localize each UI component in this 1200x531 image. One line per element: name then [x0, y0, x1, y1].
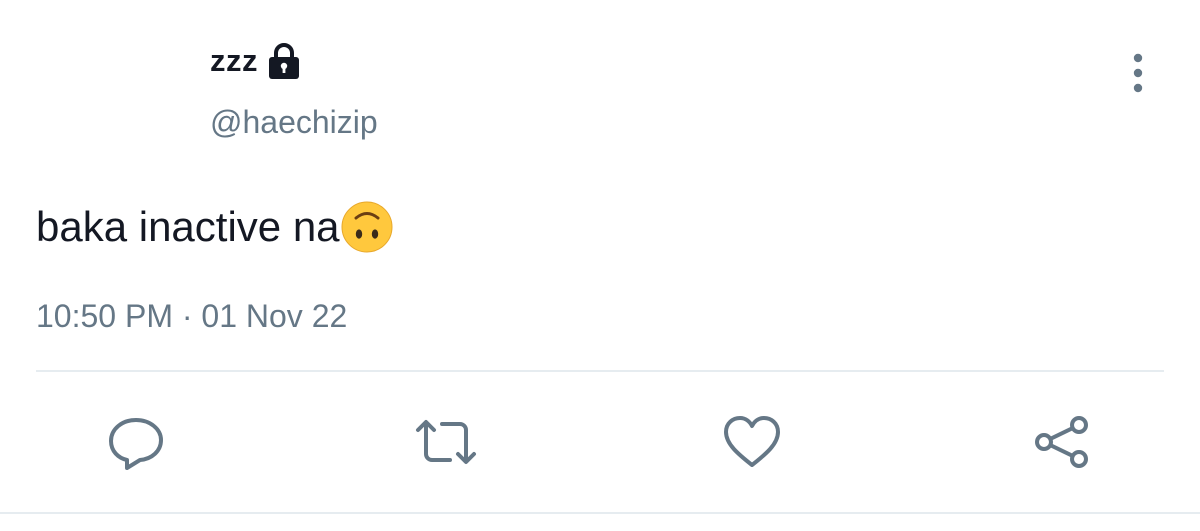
- more-vertical-icon: [1133, 53, 1143, 93]
- share-button[interactable]: [1030, 410, 1094, 474]
- tweet-header: zzz @haechizip: [210, 36, 378, 140]
- action-bar: [0, 410, 1200, 480]
- reply-button[interactable]: [104, 410, 168, 474]
- upside-down-face-emoji-icon: [340, 200, 394, 254]
- tweet-timestamp[interactable]: 10:50 PM · 01 Nov 22: [36, 298, 347, 335]
- display-name[interactable]: zzz: [210, 43, 258, 79]
- more-options-button[interactable]: [1118, 52, 1158, 96]
- user-handle[interactable]: @haechizip: [210, 104, 378, 141]
- like-button[interactable]: [720, 410, 784, 474]
- retweet-icon: [416, 420, 476, 464]
- share-icon: [1035, 416, 1088, 468]
- retweet-button[interactable]: [414, 410, 478, 474]
- heart-icon: [724, 416, 780, 467]
- name-row: zzz: [210, 36, 302, 86]
- bottom-divider: [0, 512, 1200, 514]
- tweet-card: zzz @haechizip baka inactive na 10:50 PM…: [0, 0, 1200, 531]
- tweet-text: baka inactive na: [36, 200, 394, 254]
- divider: [36, 370, 1164, 372]
- lock-icon: [266, 41, 302, 81]
- tweet-text-content: baka inactive na: [36, 203, 340, 250]
- reply-icon: [109, 418, 163, 470]
